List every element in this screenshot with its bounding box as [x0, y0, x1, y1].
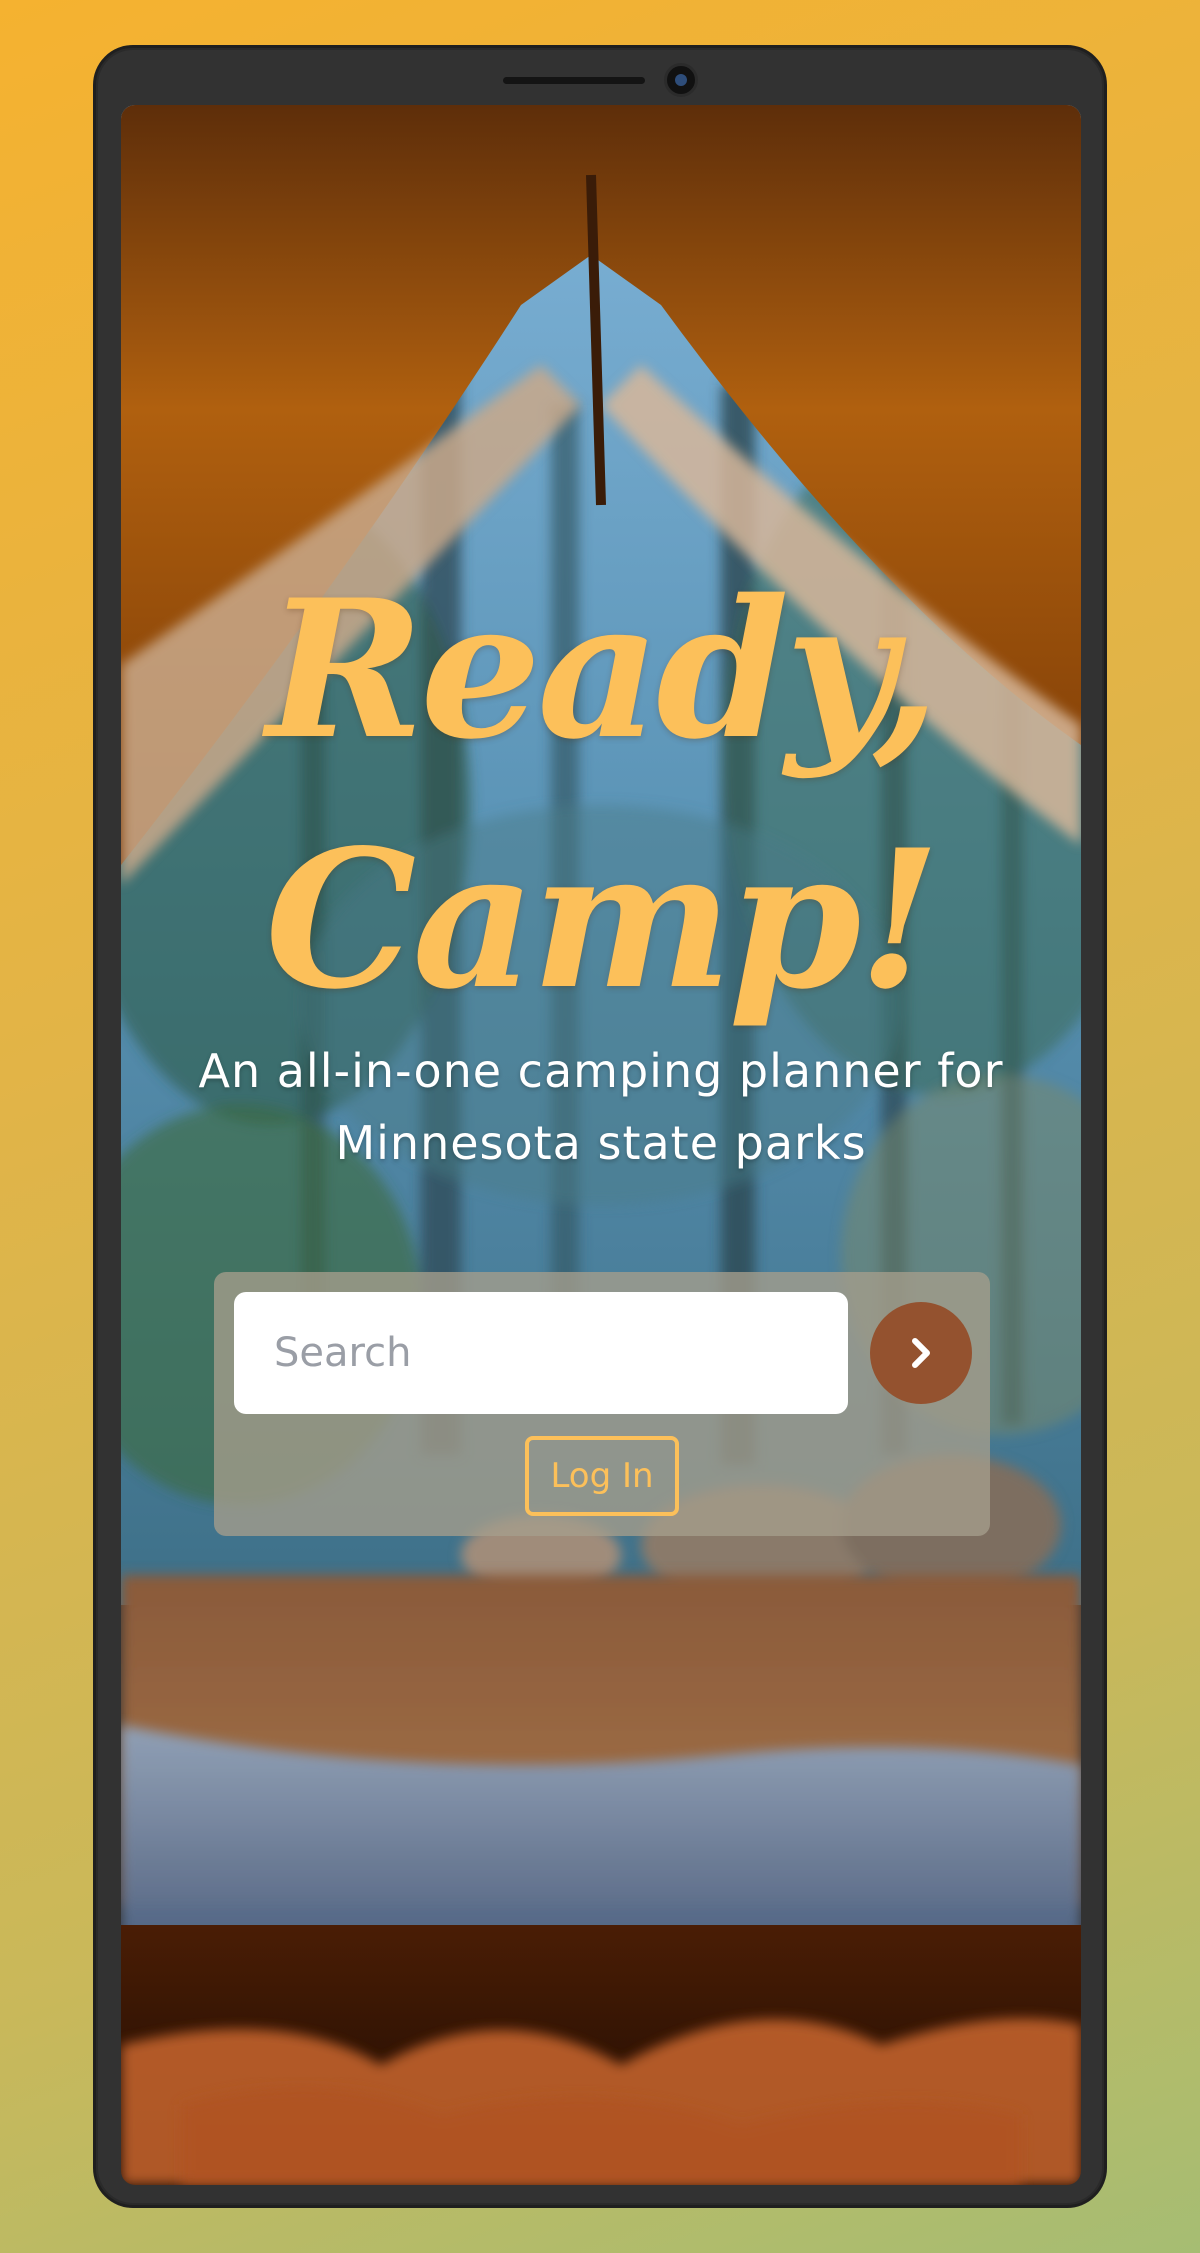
search-submit-button[interactable]: [870, 1302, 972, 1404]
search-input[interactable]: [234, 1292, 848, 1414]
hero-title-line2: Camp!: [265, 808, 941, 1031]
phone-screen: Ready, Camp! An all-in-one camping plann…: [121, 105, 1081, 2185]
phone-camera: [664, 63, 698, 97]
phone-speaker: [503, 77, 645, 84]
hero-subtitle-line1: An all-in-one camping planner for: [198, 1044, 1004, 1098]
chevron-right-icon: [912, 1338, 930, 1368]
phone-frame: Ready, Camp! An all-in-one camping plann…: [93, 45, 1107, 2208]
login-button[interactable]: Log In: [525, 1436, 679, 1516]
hero-content: Ready, Camp! An all-in-one camping plann…: [121, 105, 1081, 2185]
search-panel: Log In: [214, 1272, 990, 1536]
hero-subtitle: An all-in-one camping planner for Minnes…: [161, 1035, 1041, 1179]
hero-subtitle-line2: Minnesota state parks: [335, 1116, 867, 1170]
hero-title-line1: Ready,: [266, 558, 939, 781]
